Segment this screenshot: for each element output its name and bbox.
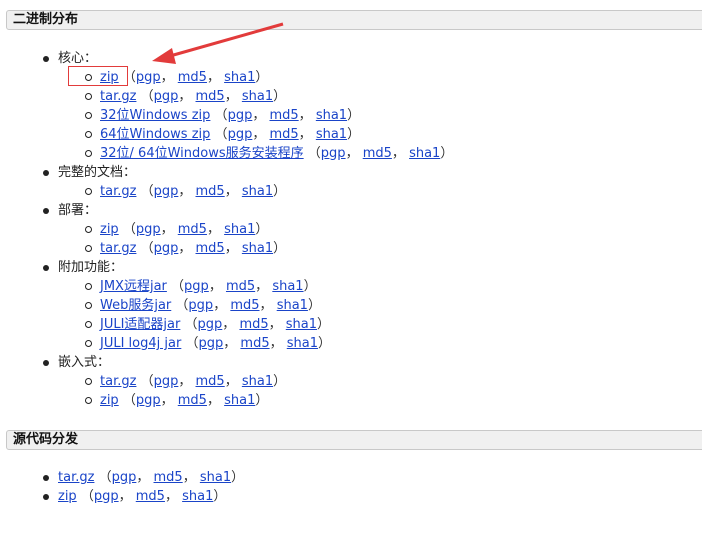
annotation-arrow-icon [152,22,284,64]
